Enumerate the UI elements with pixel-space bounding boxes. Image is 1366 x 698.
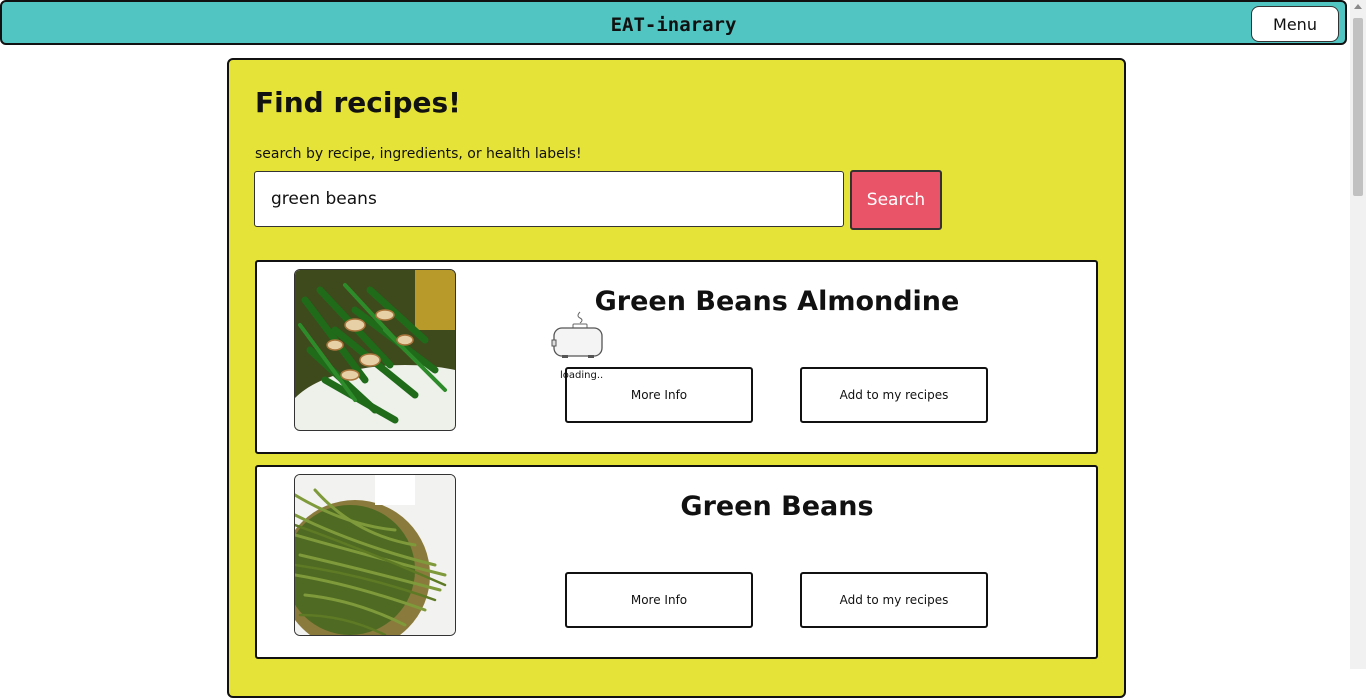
recipe-search-panel: Find recipes! search by recipe, ingredie… <box>227 58 1126 698</box>
recipe-title: Green Beans Almondine <box>594 286 960 317</box>
add-to-my-recipes-button[interactable]: Add to my recipes <box>800 367 988 423</box>
page-title: Find recipes! <box>255 86 461 119</box>
top-navbar: EAT-inarary Menu <box>0 0 1347 45</box>
app-brand-title: EAT-inarary <box>610 14 737 36</box>
add-to-my-recipes-button[interactable]: Add to my recipes <box>800 572 988 628</box>
loading-indicator: loading.. <box>548 310 608 382</box>
page-scrollbar[interactable] <box>1350 0 1366 669</box>
more-info-button[interactable]: More Info <box>565 572 753 628</box>
recipe-image <box>294 269 456 431</box>
loading-text: loading.. <box>560 370 604 381</box>
recipe-title: Green Beans <box>680 491 874 522</box>
scroll-up-arrow-icon[interactable] <box>1354 4 1362 9</box>
scrollbar-thumb[interactable] <box>1353 18 1363 196</box>
search-input[interactable] <box>254 171 844 227</box>
recipe-card: Green Beans Almondine More Info Add to m… <box>255 260 1098 454</box>
toaster-icon <box>551 311 603 358</box>
recipe-image <box>294 474 456 636</box>
search-button[interactable]: Search <box>850 170 942 230</box>
search-hint-label: search by recipe, ingredients, or health… <box>255 146 582 162</box>
recipe-card: Green Beans More Info Add to my recipes <box>255 465 1098 659</box>
menu-button[interactable]: Menu <box>1251 6 1339 42</box>
